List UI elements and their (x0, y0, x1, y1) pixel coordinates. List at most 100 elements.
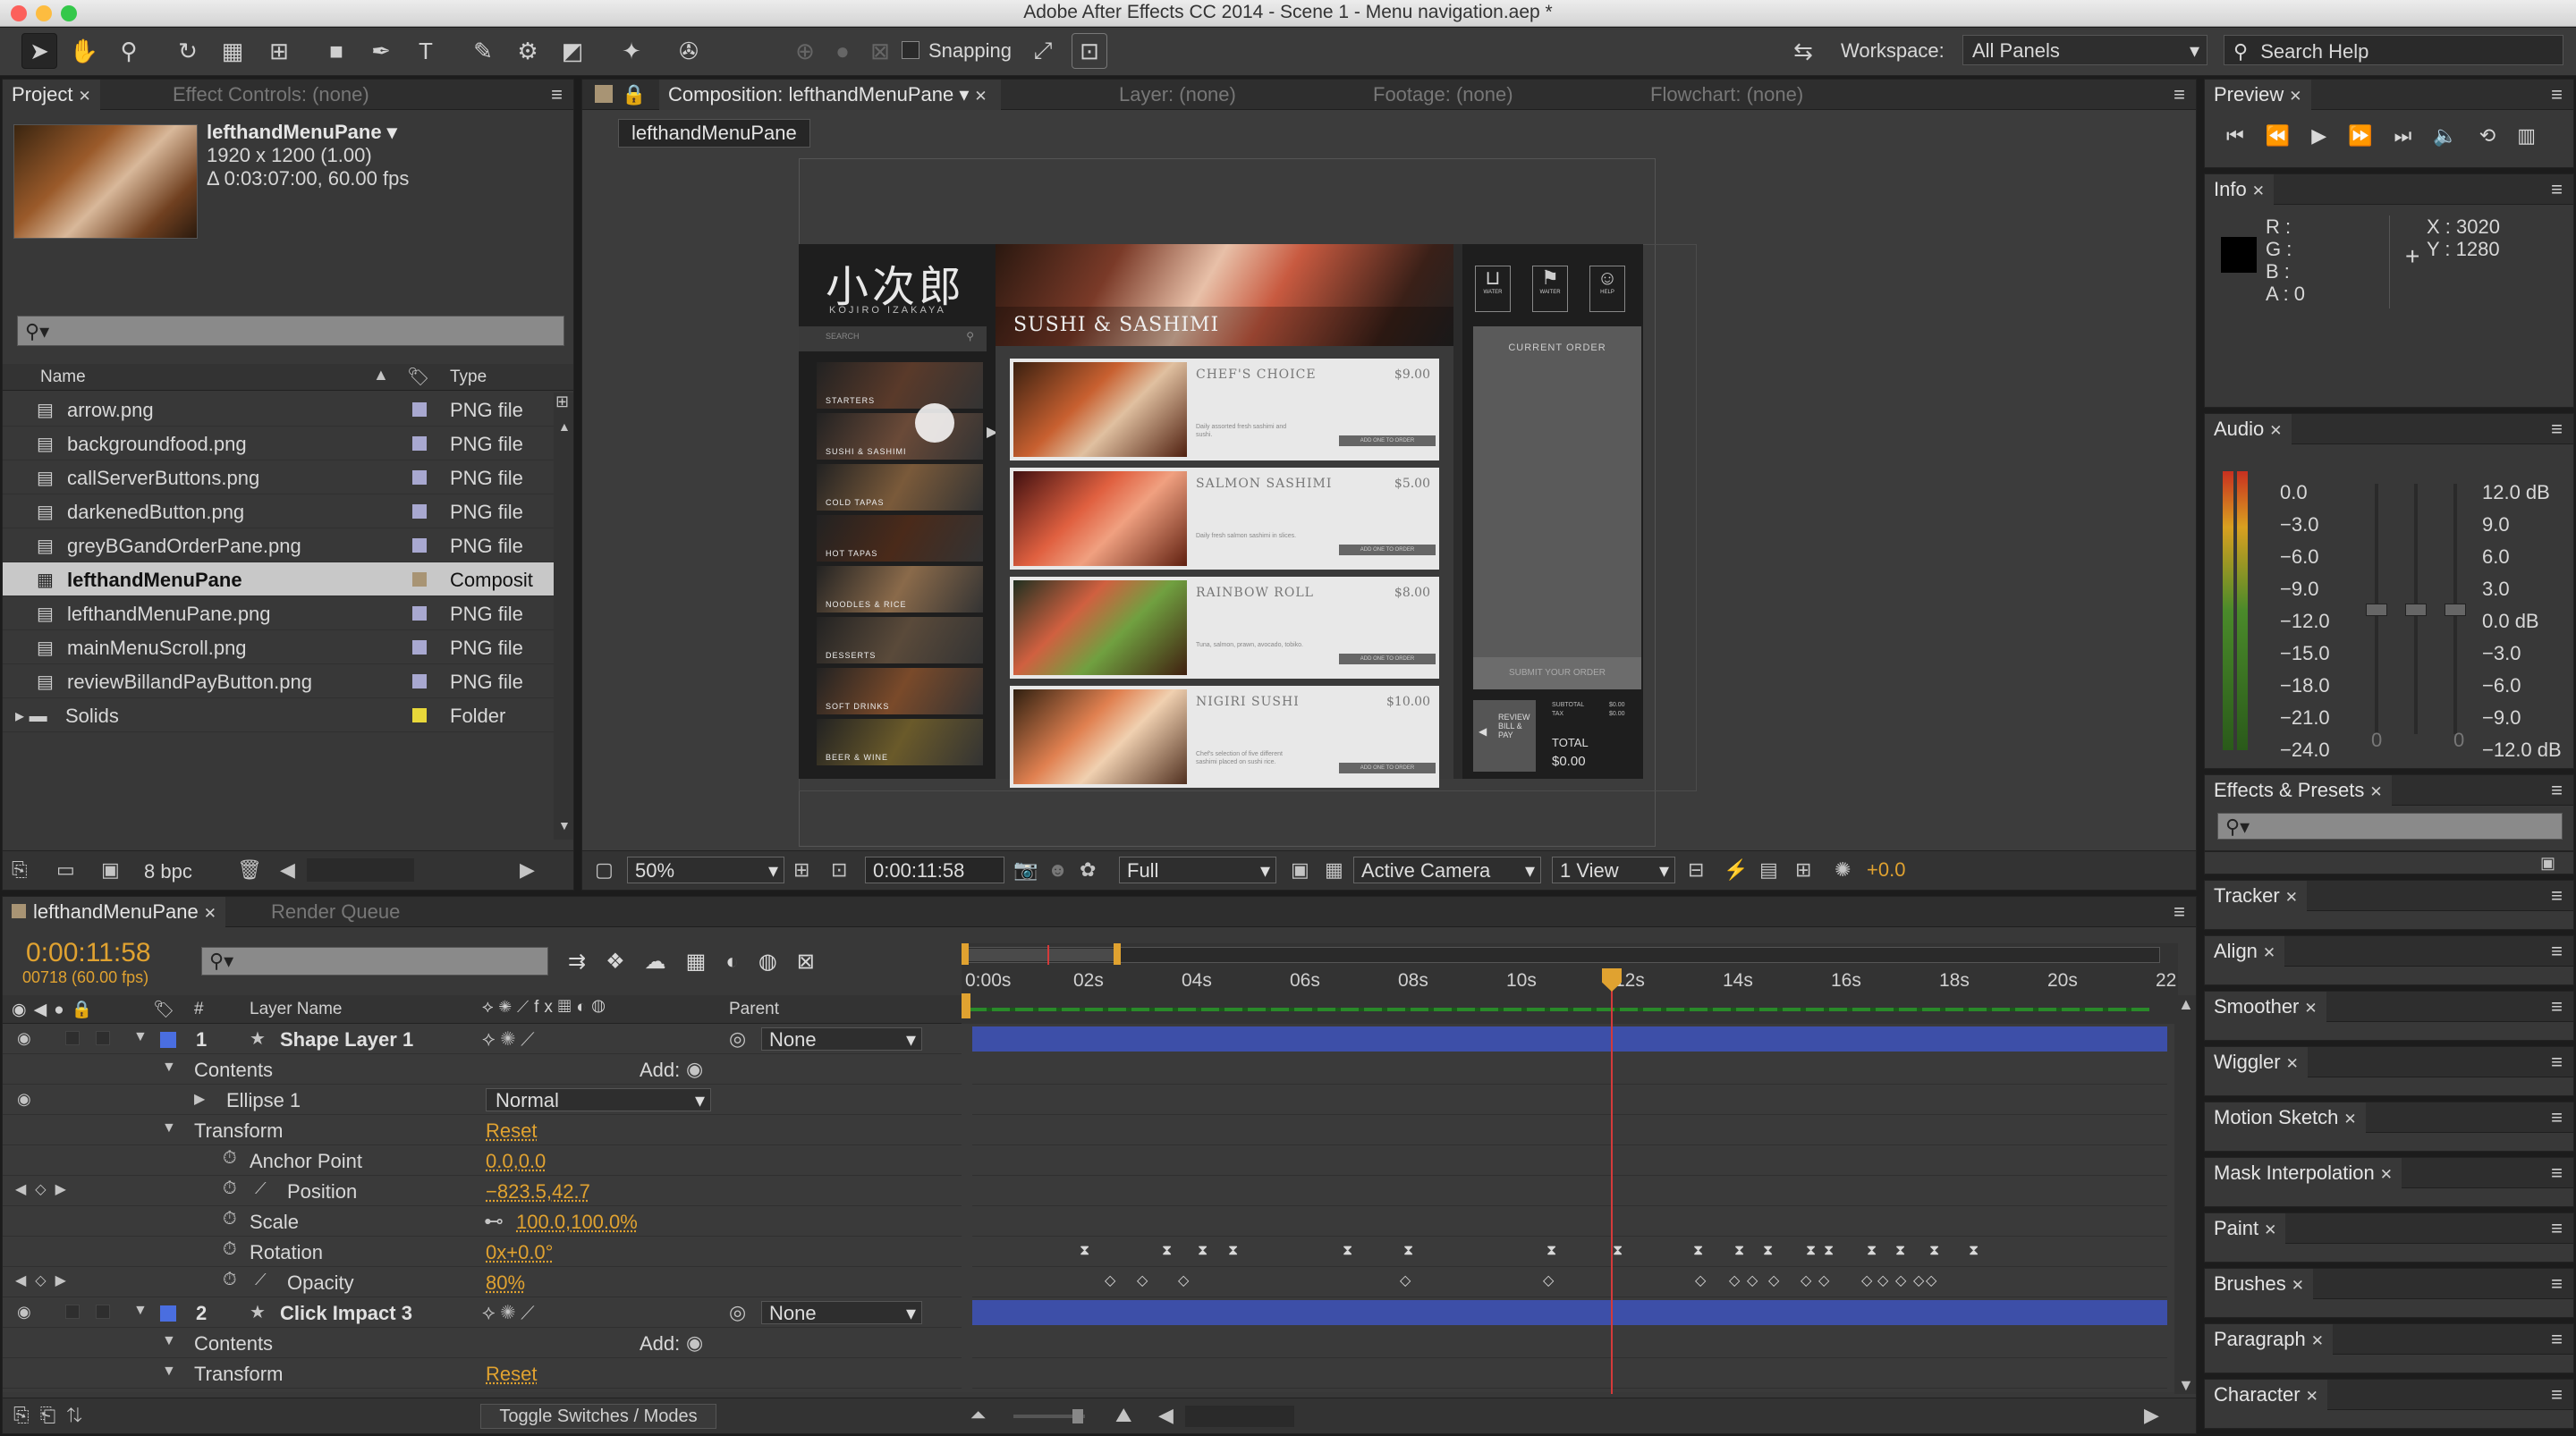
position-keyframe[interactable]: ⧗ (1969, 1244, 1979, 1258)
lock-icon[interactable]: 🔒 (622, 83, 646, 106)
project-file-row[interactable]: ▤ arrow.png PNG file (3, 393, 554, 427)
property-value[interactable]: −823.5,42.7 (486, 1180, 590, 1204)
loop-icon[interactable]: ⟲ (2479, 124, 2517, 147)
tab-smoother[interactable]: Smoother ✕ (2205, 992, 2326, 1022)
stopwatch-icon[interactable]: ⏱ (223, 1270, 237, 1290)
layer-switches[interactable]: ⟡✺⟋ (482, 1027, 539, 1051)
work-area-start[interactable] (962, 993, 970, 1018)
property-value[interactable]: 0x+0.0° (486, 1241, 553, 1264)
transparency-grid-icon[interactable]: ▦ (1325, 858, 1343, 882)
panel-menu-icon[interactable]: ≡ (551, 83, 563, 106)
effects-search-input[interactable]: ⚲▾ (2217, 813, 2563, 840)
position-keyframe[interactable]: ⧗ (1867, 1244, 1877, 1258)
keyframe-navigator[interactable]: ◀◇▶ (15, 1180, 75, 1198)
stopwatch-icon[interactable]: ⏱ (223, 1209, 237, 1229)
workspace-select[interactable]: All Panels ▾ (1962, 35, 2207, 65)
property-row[interactable]: ⏱ Scale ⊷ 100.0,100.0% (3, 1206, 962, 1237)
eye-icon[interactable]: ◉ (17, 1303, 31, 1322)
opacity-keyframe[interactable]: ◇ (1801, 1274, 1811, 1288)
position-keyframe[interactable]: ⧗ (1228, 1244, 1238, 1258)
opacity-keyframe[interactable]: ◇ (1747, 1274, 1758, 1288)
snap-edge-icon[interactable]: ⤢ (1025, 33, 1061, 69)
previous-frame-icon[interactable]: ⏪ (2266, 124, 2311, 147)
project-file-row[interactable]: ▤ mainMenuScroll.png PNG file (3, 630, 554, 664)
audio-fader-left[interactable] (2366, 604, 2387, 616)
tab-footage[interactable]: Footage: (none) (1364, 80, 1522, 110)
new-composition-icon[interactable]: ▣ (101, 858, 120, 882)
panel-menu-icon[interactable]: ≡ (2551, 178, 2563, 201)
horizontal-scrollbar[interactable] (1185, 1406, 1294, 1427)
tab-paint[interactable]: Paint ✕ (2205, 1213, 2286, 1244)
property-row[interactable]: ▼ Contents Add: ◉ (3, 1328, 962, 1358)
panel-menu-icon[interactable]: ≡ (2551, 884, 2563, 908)
panel-menu-icon[interactable]: ≡ (2551, 995, 2563, 1018)
axis-view-icon[interactable]: ⊠ (862, 33, 898, 69)
current-time-field[interactable]: 0:00:11:58 (865, 857, 1004, 883)
opacity-keyframe[interactable]: ◇ (1877, 1274, 1888, 1288)
position-keyframe[interactable]: ⧗ (1080, 1244, 1089, 1258)
toggle-switches-modes-button[interactable]: Toggle Switches / Modes (480, 1404, 716, 1429)
color-channel-icon[interactable]: ✿ (1080, 858, 1096, 882)
project-file-row[interactable]: ▤ darkenedButton.png PNG file (3, 494, 554, 528)
layer-duration-bar[interactable] (972, 1026, 2167, 1052)
layer-duration-bar[interactable] (972, 1300, 2167, 1325)
tab-project[interactable]: Project ✕ (3, 80, 100, 110)
layer-name[interactable]: Click Impact 3 (280, 1302, 412, 1325)
panel-menu-icon[interactable]: ≡ (2174, 900, 2185, 924)
tab-character[interactable]: Character ✕ (2205, 1380, 2327, 1410)
stopwatch-icon[interactable]: ⏱ (223, 1178, 237, 1199)
opacity-keyframe[interactable]: ◇ (1818, 1274, 1829, 1288)
scroll-up-arrow-icon[interactable]: ▲ (558, 419, 571, 434)
panel-menu-icon[interactable]: ≡ (2551, 1217, 2563, 1240)
region-of-interest-icon[interactable]: ▣ (1291, 858, 1309, 882)
flowchart-icon[interactable]: ⊞ (555, 393, 569, 411)
parent-pickwhip-icon[interactable]: ◎ (729, 1301, 746, 1324)
shy-layers-icon[interactable]: ☁ (645, 950, 686, 974)
file-label-color[interactable] (412, 640, 427, 655)
zoom-tool-icon[interactable]: ⚲ (111, 33, 147, 69)
zoom-select[interactable]: 50% ▾ (627, 857, 784, 883)
roto-brush-tool-icon[interactable]: ✦ (614, 33, 649, 69)
bit-depth-label[interactable]: 8 bpc (144, 860, 192, 883)
horizontal-scrollbar[interactable] (307, 858, 414, 882)
position-keyframe[interactable]: ⧗ (1613, 1244, 1623, 1258)
layer-name[interactable]: Shape Layer 1 (280, 1028, 413, 1052)
type-tool-icon[interactable]: T (408, 33, 444, 69)
tab-tracker[interactable]: Tracker ✕ (2205, 881, 2307, 911)
panel-menu-icon[interactable]: ≡ (2551, 779, 2563, 802)
tab-wiggler[interactable]: Wiggler ✕ (2205, 1047, 2308, 1077)
panel-menu-icon[interactable]: ≡ (2551, 1106, 2563, 1129)
position-keyframe[interactable]: ⧗ (1343, 1244, 1352, 1258)
property-row[interactable]: ▼ Transform Reset (3, 1358, 962, 1389)
first-frame-icon[interactable]: ⏮ (2226, 124, 2266, 147)
new-preset-icon[interactable]: ▣ (2540, 854, 2555, 873)
rotate-tool-icon[interactable]: ↻ (170, 33, 206, 69)
toggle-pixel-aspect-icon[interactable]: ⊟ (1688, 858, 1704, 882)
last-frame-icon[interactable]: ⏭ (2394, 124, 2434, 147)
panel-menu-icon[interactable]: ≡ (2551, 940, 2563, 963)
axis-world-icon[interactable]: ● (825, 33, 860, 69)
tab-mask-interpolation[interactable]: Mask Interpolation ✕ (2205, 1158, 2402, 1188)
sync-settings-icon[interactable]: ⇆ (1785, 33, 1821, 69)
position-keyframe[interactable]: ⧗ (1734, 1244, 1744, 1258)
panel-menu-icon[interactable]: ≡ (2551, 1272, 2563, 1296)
eye-icon[interactable]: ◉ (17, 1090, 31, 1109)
scroll-left-arrow-icon[interactable]: ◀ (1158, 1404, 1174, 1427)
project-scrollbar[interactable]: ⊞ ▲ ▼ (554, 393, 573, 840)
fit-icon[interactable]: ⊞ (793, 858, 809, 882)
layer-switches[interactable]: ⟡✺⟋ (482, 1301, 539, 1324)
work-area-navigator[interactable] (962, 947, 2160, 963)
tab-info[interactable]: Info ✕ (2205, 174, 2274, 205)
tab-effect-controls[interactable]: Effect Controls: (none) (164, 80, 378, 110)
tab-brushes[interactable]: Brushes ✕ (2205, 1269, 2313, 1299)
panel-menu-icon[interactable]: ≡ (2551, 83, 2563, 106)
position-keyframe[interactable]: ⧗ (1929, 1244, 1939, 1258)
position-keyframe[interactable]: ⧗ (1546, 1244, 1556, 1258)
position-keyframe[interactable]: ⧗ (1895, 1244, 1905, 1258)
expand-triangle-icon[interactable]: ▼ (133, 1303, 148, 1319)
show-snapshot-icon[interactable]: ☻ (1047, 858, 1068, 882)
expand-triangle-icon[interactable]: ▼ (162, 1060, 176, 1076)
project-item-name[interactable]: lefthandMenuPane ▾ (207, 121, 397, 144)
zoom-out-icon[interactable]: ⏶ (970, 1404, 987, 1427)
expand-triangle-icon[interactable]: ▼ (162, 1364, 176, 1380)
